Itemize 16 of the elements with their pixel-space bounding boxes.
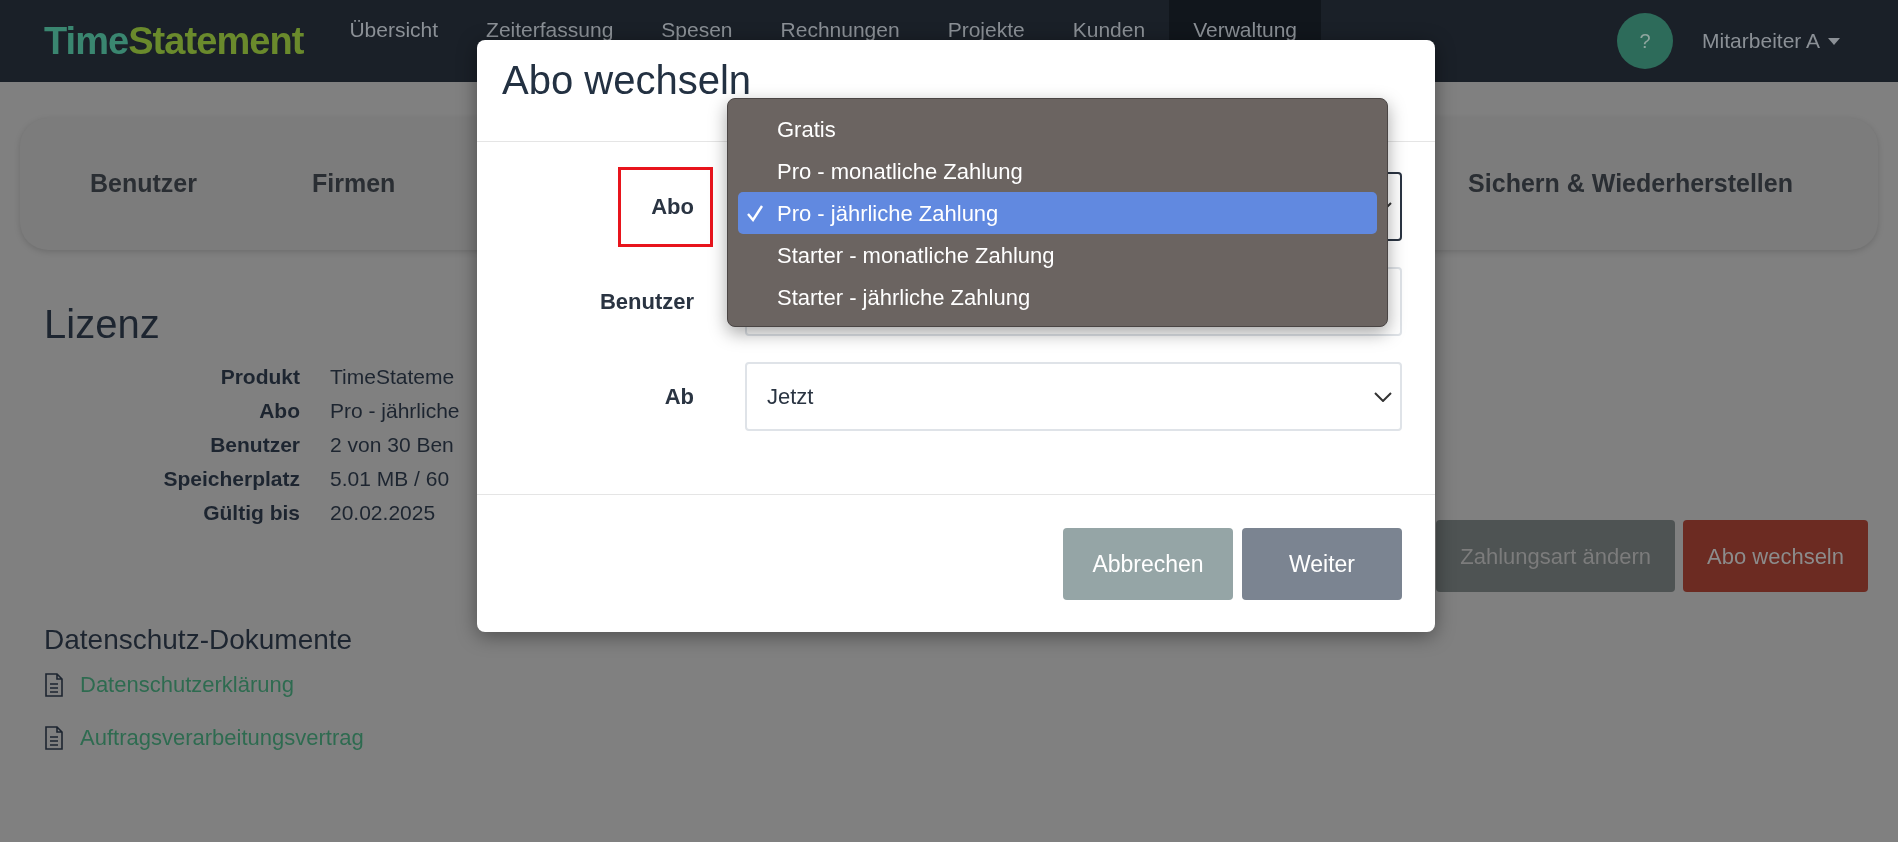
info-value: 2 von 30 Ben [330,432,455,458]
field-label: Ab [663,383,695,411]
info-value: 20.02.2025 [330,500,437,526]
info-label: Benutzer [209,432,300,458]
modal-title: Abo wechseln [502,57,753,104]
info-label: Abo [258,398,300,424]
field-label: Abo [618,166,713,247]
field-label: Benutzer [598,288,695,316]
section-title: Lizenz [44,301,160,348]
section-title: Datenschutz-Dokumente [44,623,353,657]
info-value: TimeStateme [330,364,456,390]
info-value: Pro - jährliche [330,398,460,424]
info-label: Produkt [219,364,300,390]
info-value: 5.01 MB / 60 [330,466,451,492]
info-label: Gültig bis [202,500,300,526]
info-label: Speicherplatz [162,466,300,492]
